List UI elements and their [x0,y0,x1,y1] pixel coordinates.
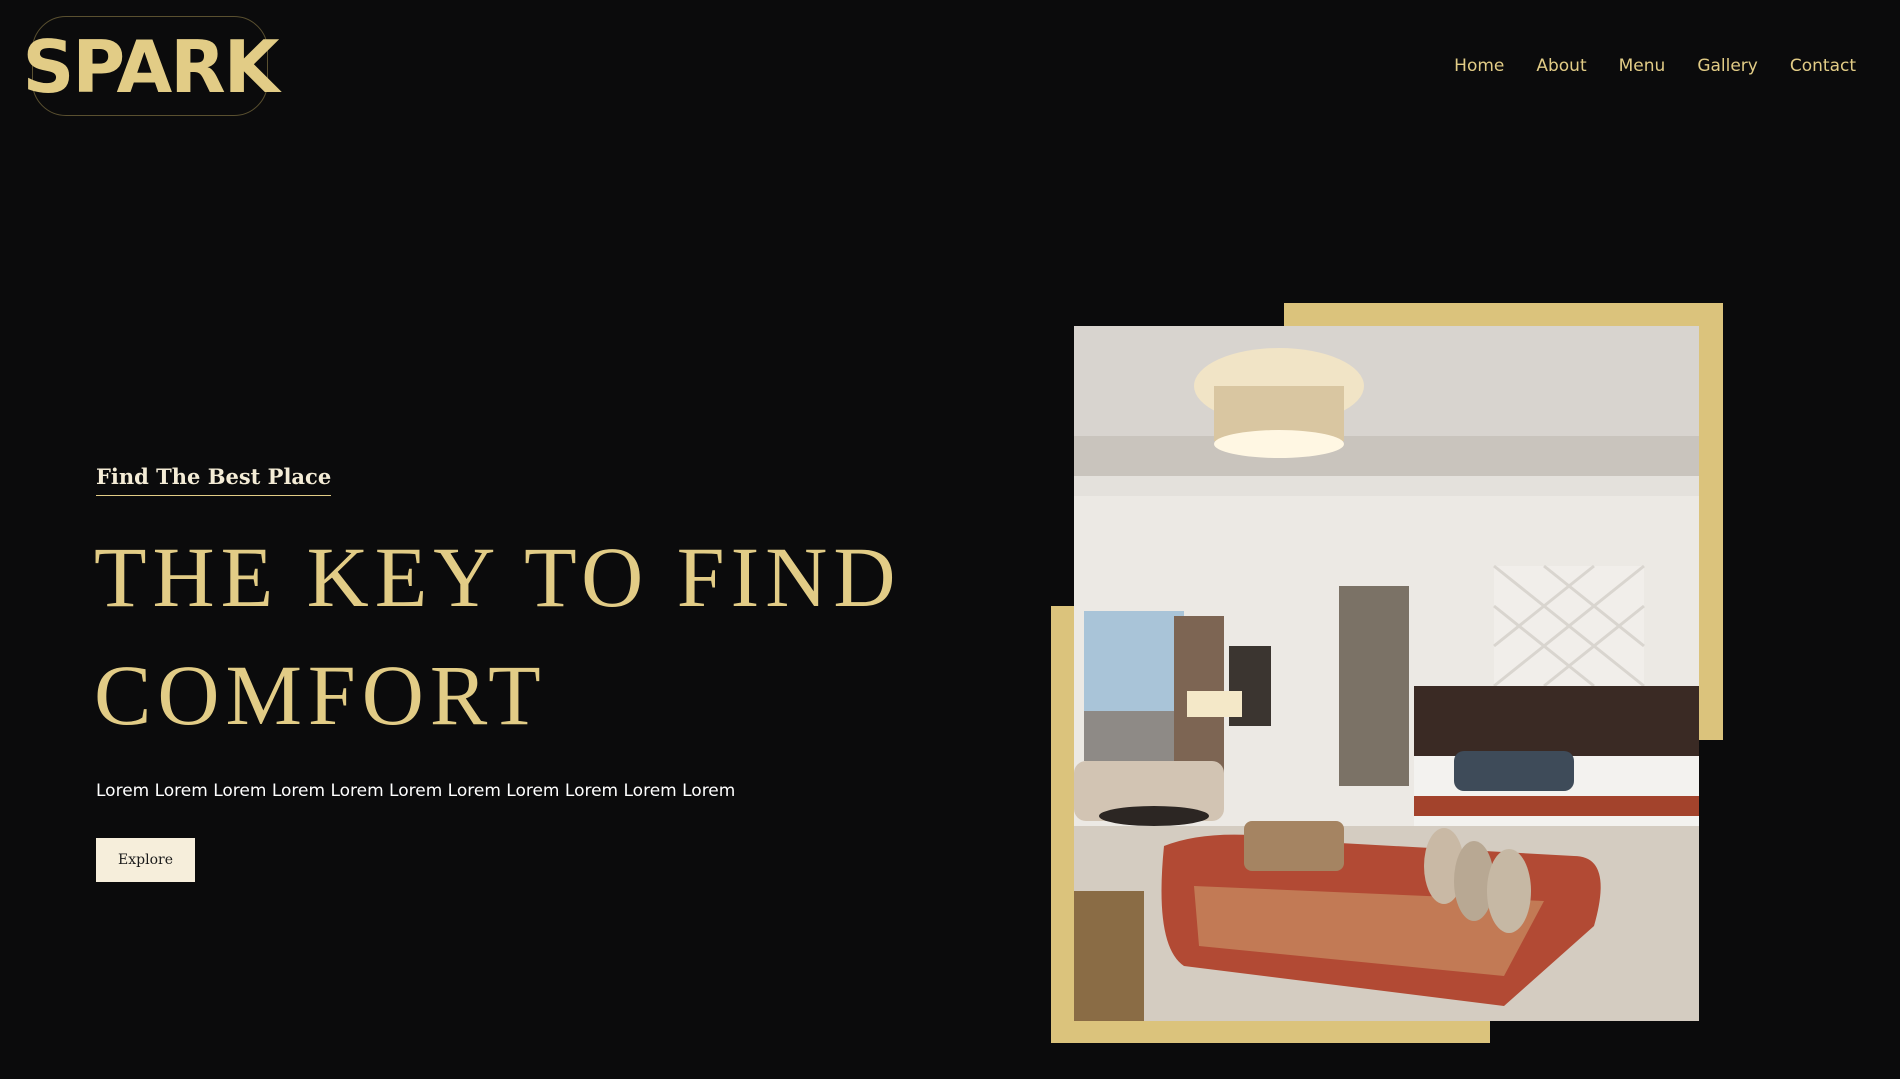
nav-about-link[interactable]: About [1536,56,1586,76]
hero-eyebrow: Find The Best Place [96,464,332,496]
hero-image [1074,326,1699,1021]
brand-logo[interactable]: SPARK [23,16,280,116]
nav-home-link[interactable]: Home [1454,56,1504,76]
nav-contact-link[interactable]: Contact [1790,56,1856,76]
hero-title-line-1: THE KEY TO FIND [94,529,902,625]
nav-menu-link[interactable]: Menu [1619,56,1666,76]
hero-description: Lorem Lorem Lorem Lorem Lorem Lorem Lore… [96,781,736,801]
hero-title-line-2: COMFORT [94,647,547,743]
hero-title: THE KEY TO FIND COMFORT [94,518,994,754]
main-nav: Home About Menu Gallery Contact [1454,56,1856,76]
nav-gallery-link[interactable]: Gallery [1697,56,1758,76]
explore-button[interactable]: Explore [96,838,195,882]
